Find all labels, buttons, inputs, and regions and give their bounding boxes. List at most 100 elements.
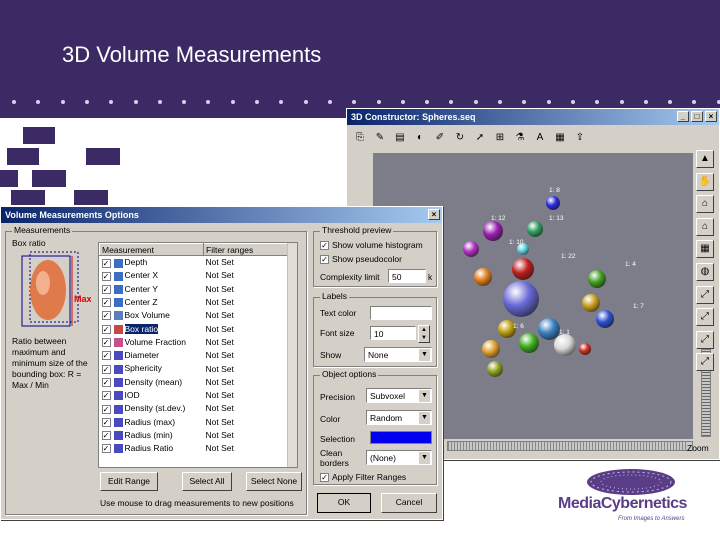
row-checkbox[interactable]: ✓ [101, 298, 111, 308]
edit-range-button[interactable]: Edit Range [100, 472, 158, 491]
table-row[interactable]: ✓ IOD Not Set [100, 388, 297, 401]
show-dropdown[interactable]: None ▼ [364, 347, 432, 362]
table-row[interactable]: ✓ Center Y Not Set [100, 282, 297, 295]
sphere-object[interactable] [596, 310, 614, 328]
text-color-swatch[interactable] [370, 306, 432, 320]
row-checkbox[interactable]: ✓ [101, 311, 111, 321]
apply-filter-checkbox[interactable]: ✓ Apply Filter Ranges [320, 472, 406, 483]
table-row[interactable]: ✓ Center Z Not Set [100, 295, 297, 308]
sphere-object[interactable] [482, 340, 500, 358]
table-row[interactable]: ✓ Box ratio Not Set [100, 322, 297, 335]
measurement-icon [113, 431, 123, 441]
selection-color-swatch[interactable] [370, 431, 432, 444]
export-icon[interactable]: ⇪ [571, 129, 589, 147]
sphere-object[interactable] [579, 343, 591, 355]
viewer-title: 3D Constructor: Spheres.seq [351, 112, 476, 122]
sphere-object[interactable] [487, 361, 503, 377]
measurement-table[interactable]: Measurement Filter ranges ✓ Depth Not Set ✓… [98, 242, 298, 468]
viewer-scrollbar[interactable] [447, 441, 693, 451]
sphere-object[interactable] [512, 258, 534, 280]
sphere-icon[interactable]: ◍ [696, 263, 714, 281]
document-icon[interactable]: ▤ [391, 129, 409, 147]
palette-icon[interactable]: ◐ [411, 129, 429, 147]
hand-icon[interactable]: ✋ [696, 172, 714, 191]
sphere-object[interactable] [554, 334, 576, 356]
brush-icon[interactable]: ✐ [431, 129, 449, 147]
row-checkbox[interactable]: ✓ [101, 431, 111, 441]
column-header-filter[interactable]: Filter ranges [203, 243, 297, 256]
grid-icon[interactable]: ▦ [696, 240, 714, 259]
measurement-name: ✓ Density (st.dev.) [100, 402, 204, 415]
pointer-icon[interactable]: ▲ [696, 150, 714, 168]
row-checkbox[interactable]: ✓ [101, 351, 111, 361]
table-row[interactable]: ✓ Volume Fraction Not Set [100, 335, 297, 348]
select-all-button[interactable]: Select All [182, 472, 232, 491]
ok-button[interactable]: OK [317, 493, 371, 513]
house-add-icon[interactable]: ⌂ [696, 217, 714, 236]
measure-icon[interactable]: ⊞ [491, 129, 509, 147]
row-checkbox[interactable]: ✓ [101, 284, 111, 294]
cancel-button[interactable]: Cancel [381, 493, 437, 513]
dialog-close-button[interactable]: × [428, 209, 440, 220]
vector-icon[interactable]: ⤢ [696, 308, 714, 327]
close-button[interactable]: × [705, 111, 717, 122]
table-row[interactable]: ✓ Center X Not Set [100, 269, 297, 282]
sphere-object[interactable] [519, 333, 539, 353]
clean-borders-dropdown[interactable]: (None) ▼ [366, 450, 432, 465]
sphere-object[interactable] [463, 241, 479, 257]
measurement-icon [113, 311, 123, 321]
column-header-measurement[interactable]: Measurement [99, 243, 204, 256]
sphere-object[interactable] [588, 270, 606, 288]
precision-dropdown[interactable]: Subvoxel ▼ [366, 388, 432, 403]
wand-icon[interactable]: ✎ [371, 129, 389, 147]
font-size-input[interactable]: 10 [370, 326, 416, 340]
table-row[interactable]: ✓ Density (mean) Not Set [100, 375, 297, 388]
sphere-object[interactable] [546, 196, 560, 210]
show-histogram-checkbox[interactable]: ✓ Show volume histogram [320, 240, 423, 251]
font-size-spinner[interactable]: ▲ ▼ [418, 325, 430, 343]
row-checkbox[interactable]: ✓ [101, 324, 111, 334]
table-icon[interactable]: ▦ [551, 129, 569, 147]
row-checkbox[interactable]: ✓ [101, 364, 111, 374]
row-checkbox[interactable]: ✓ [101, 391, 111, 401]
row-checkbox[interactable]: ✓ [101, 417, 111, 427]
minimize-button[interactable]: _ [677, 111, 689, 122]
row-checkbox[interactable]: ✓ [101, 338, 111, 348]
text-icon[interactable]: A [531, 129, 549, 147]
table-row[interactable]: ✓ Radius (min) Not Set [100, 428, 297, 441]
copy-icon[interactable]: ⎘ [351, 129, 369, 147]
sphere-object[interactable] [503, 281, 539, 317]
show-pseudocolor-checkbox[interactable]: ✓ Show pseudocolor [320, 254, 402, 265]
table-row[interactable]: ✓ Radius Ratio Not Set [100, 442, 297, 455]
home-icon[interactable]: ⌂ [696, 195, 714, 214]
row-checkbox[interactable]: ✓ [101, 258, 111, 268]
row-checkbox[interactable]: ✓ [101, 377, 111, 387]
text-color-label: Text color [320, 308, 357, 318]
sphere-object[interactable] [582, 294, 600, 312]
row-checkbox[interactable]: ✓ [101, 271, 111, 281]
table-row[interactable]: ✓ Radius (max) Not Set [100, 415, 297, 428]
vector-icon[interactable]: ⤢ [696, 330, 714, 349]
vector-icon[interactable]: ⤢ [696, 353, 714, 372]
sphere-object[interactable] [474, 268, 492, 286]
vector-icon[interactable]: ⤢ [696, 285, 714, 304]
sphere-object[interactable] [527, 221, 543, 237]
table-row[interactable]: ✓ Sphericity Not Set [100, 362, 297, 375]
arrow-icon[interactable]: ➚ [471, 129, 489, 147]
row-checkbox[interactable]: ✓ [101, 404, 111, 414]
table-row[interactable]: ✓ Box Volume Not Set [100, 309, 297, 322]
sphere-object[interactable] [483, 221, 503, 241]
row-checkbox[interactable]: ✓ [101, 444, 111, 454]
table-row[interactable]: ✓ Depth Not Set [100, 256, 297, 269]
divider-dot [376, 100, 381, 104]
table-row[interactable]: ✓ Density (st.dev.) Not Set [100, 402, 297, 415]
color-dropdown[interactable]: Random ▼ [366, 410, 432, 425]
rotate-icon[interactable]: ↻ [451, 129, 469, 147]
maximize-button[interactable]: □ [691, 111, 703, 122]
complexity-input[interactable]: 50 [388, 269, 426, 283]
table-scrollbar[interactable] [287, 243, 297, 467]
flask-icon[interactable]: ⚗ [511, 129, 529, 147]
select-none-button[interactable]: Select None [246, 472, 302, 491]
table-row[interactable]: ✓ Diameter Not Set [100, 349, 297, 362]
color-label: Color [320, 414, 341, 424]
